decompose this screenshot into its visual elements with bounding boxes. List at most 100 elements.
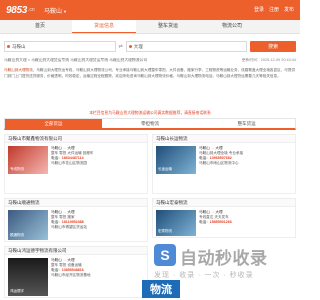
photo-caption: 鸿运德宇	[10, 289, 24, 293]
destination-field[interactable]: 大理	[125, 41, 248, 52]
company-name[interactable]: 马鞍山市聚鑫物流有限公司	[5, 135, 147, 143]
route-to: 大理	[215, 146, 223, 150]
photo-caption: 长途运输	[158, 167, 172, 171]
phone-number[interactable]: 15855501266	[210, 220, 232, 224]
watermark-logo-icon: S	[154, 244, 176, 266]
company-card[interactable]: 马鞍山市聚鑫物流有限公司 专线物流 马鞍山→大理 整车 零担 大件运输 回程车 …	[4, 134, 148, 194]
tab-freight-info[interactable]: 货运信息	[72, 20, 136, 33]
arrow-right-icon: ⇄	[118, 43, 123, 50]
company-photo[interactable]: 宏泰物流	[156, 210, 196, 236]
watermark-overlay: S 自动秒收录 发现 · 收录 · 一次 · 秒收录 物流	[142, 240, 292, 298]
phone-number[interactable]: 18119952388	[62, 220, 84, 224]
arrow-right-icon: →	[210, 210, 215, 214]
route-from: 马鞍山	[51, 258, 62, 262]
update-time: 更新时间：2025-12-09 20:43:44	[241, 58, 296, 62]
phone-line: 电话：15855501266	[199, 220, 293, 225]
description-lead: 马鞍山到大理物流	[4, 68, 33, 72]
company-photo[interactable]: 长途运输	[156, 146, 196, 174]
company-address: 马鞍山市博望区货运站	[51, 225, 87, 229]
phone-number[interactable]: 18604487114	[62, 156, 84, 160]
tab-full-truck[interactable]: 整车货运	[136, 20, 200, 33]
company-address: 马鞍山市花山区物流园	[51, 161, 87, 165]
logo-text: 9853	[6, 4, 28, 16]
arrow-right-icon: →	[210, 146, 215, 150]
breadcrumb-text[interactable]: 马鞍山到大理 > 马鞍山到大理货运专线 马鞍山到大理货运专线 马鞍山到大理物流公…	[4, 58, 147, 64]
company-card[interactable]: 马鞍山顺通物流 顺通物流 马鞍山→大理 整车 零担 搬家 电话：18119952…	[4, 198, 148, 242]
route-to: 大理	[67, 258, 75, 262]
site-logo[interactable]: 9853 .cn	[6, 4, 35, 16]
route-description: 马鞍山到大理物流，马鞍山到大理货运专线，马鞍山到大理物流公司，专业承接马鞍山到大…	[4, 67, 296, 107]
logo-suffix: .cn	[28, 7, 35, 13]
location-pin-icon	[128, 45, 132, 48]
route-from: 马鞍山	[199, 146, 210, 150]
tab-full-truckload[interactable]: 整车货运	[198, 119, 295, 128]
notice-banner: 本栏目信息为马鞍山到大理物流运输公司真实数据推荐，请直接电话联系	[89, 111, 211, 115]
phone-number[interactable]: 13855548816	[62, 268, 84, 272]
route-to: 大理	[215, 210, 223, 214]
top-bar: 9853 .cn 马鞍山▼ 登录 注册 发布	[0, 0, 300, 20]
company-card[interactable]: 马鞍山宏泰物流 宏泰物流 马鞍山→大理 专线直达 天天发车 电话：1585550…	[152, 198, 296, 238]
phone-label: 电话：	[51, 220, 62, 224]
company-name[interactable]: 马鞍山宏泰物流	[153, 199, 295, 207]
watermark-subtitle: 发现 · 收录 · 一次 · 秒收录	[154, 272, 254, 279]
company-info: 马鞍山→大理 整车 零担 设备运输 电话：13855548816 马鞍山市经开区…	[51, 258, 145, 278]
route-to: 大理	[67, 146, 75, 150]
tab-home[interactable]: 首页	[8, 20, 72, 33]
route-from: 马鞍山	[51, 210, 62, 214]
company-info: 马鞍山→大理 马鞍山到大理全境 专业承接 电话：13965507682 马鞍山市…	[199, 146, 293, 166]
chevron-down-icon: ▼	[63, 9, 67, 14]
destination-value: 大理	[133, 43, 143, 49]
company-info: 马鞍山→大理 专线直达 天天发车 电话：15855501266	[199, 210, 293, 225]
phone-label: 电话：	[51, 156, 62, 160]
phone-label: 电话：	[199, 220, 210, 224]
company-card-body: 专线物流 马鞍山→大理 整车 零担 大件运输 回程车 电话：1860448711…	[5, 143, 147, 174]
login-link[interactable]: 登录	[254, 6, 264, 13]
category-tabs: 全部货运 零担物流 整车货运	[4, 118, 296, 130]
logistics-badge: 物流	[142, 280, 180, 298]
search-button[interactable]: 搜索	[250, 41, 296, 52]
route-from: 马鞍山	[199, 210, 210, 214]
city-name: 马鞍山	[44, 9, 63, 15]
phone-number[interactable]: 13965507682	[210, 156, 232, 160]
location-pin-icon	[7, 45, 10, 48]
company-card[interactable]: 马鞍山长运物流 长途运输 马鞍山→大理 马鞍山到大理全境 专业承接 电话：139…	[152, 134, 296, 194]
publish-link[interactable]: 发布	[284, 6, 294, 13]
origin-field[interactable]: 马鞍山	[4, 41, 116, 52]
company-card-body: 顺通物流 马鞍山→大理 整车 零担 搬家 电话：18119952388 马鞍山市…	[5, 207, 147, 240]
company-card-body: 长途运输 马鞍山→大理 马鞍山到大理全境 专业承接 电话：13965507682…	[153, 143, 295, 174]
photo-caption: 宏泰物流	[158, 229, 172, 233]
city-selector[interactable]: 马鞍山▼	[44, 6, 67, 15]
phone-label: 电话：	[51, 268, 62, 272]
register-link[interactable]: 注册	[269, 6, 279, 13]
route-search: 马鞍山 ⇄ 大理 搜索	[4, 40, 296, 53]
phone-label: 电话：	[199, 156, 210, 160]
photo-caption: 专线物流	[10, 167, 24, 171]
company-address: 马鞍山市经开区物流基地	[51, 273, 91, 277]
breadcrumb: 马鞍山到大理 > 马鞍山到大理货运专线 马鞍山到大理货运专线 马鞍山到大理物流公…	[4, 58, 296, 64]
tab-less-than-truckload[interactable]: 零担物流	[102, 119, 199, 128]
company-card-body: 鸿运德宇 马鞍山→大理 整车 零担 设备运输 电话：13855548816 马鞍…	[5, 255, 147, 296]
company-card-body: 宏泰物流 马鞍山→大理 专线直达 天天发车 电话：15855501266	[153, 207, 295, 236]
company-info: 马鞍山→大理 整车 零担 搬家 电话：18119952388 马鞍山市博望区货运…	[51, 210, 145, 230]
company-photo[interactable]: 顺通物流	[8, 210, 48, 240]
route-to: 大理	[67, 210, 75, 214]
arrow-right-icon: →	[62, 210, 67, 214]
tab-logistics-company[interactable]: 物流公司	[200, 20, 264, 33]
arrow-right-icon: →	[62, 258, 67, 262]
company-name[interactable]: 马鞍山鸿运德宇物流有限公司	[5, 247, 147, 255]
watermark-title: 自动秒收录	[180, 249, 268, 268]
company-address: 马鞍山市雨山区物流中心	[199, 161, 239, 165]
company-photo[interactable]: 专线物流	[8, 146, 48, 174]
company-name[interactable]: 马鞍山长运物流	[153, 135, 295, 143]
user-links: 登录 注册 发布	[254, 6, 294, 13]
route-from: 马鞍山	[51, 146, 62, 150]
company-card[interactable]: 马鞍山鸿运德宇物流有限公司 鸿运德宇 马鞍山→大理 整车 零担 设备运输 电话：…	[4, 246, 148, 298]
company-photo[interactable]: 鸿运德宇	[8, 258, 48, 296]
description-body: ，马鞍山到大理货运专线，马鞍山到大理物流公司，专业承接马鞍山到大理整车零担、大件…	[4, 68, 296, 78]
tab-all-freight[interactable]: 全部货运	[5, 119, 102, 128]
origin-value: 马鞍山	[12, 43, 26, 49]
main-nav: 首页 货运信息 整车货运 物流公司	[0, 20, 300, 34]
arrow-right-icon: →	[62, 146, 67, 150]
company-info: 马鞍山→大理 整车 零担 大件运输 回程车 电话：18604487114 马鞍山…	[51, 146, 145, 166]
company-name[interactable]: 马鞍山顺通物流	[5, 199, 147, 207]
